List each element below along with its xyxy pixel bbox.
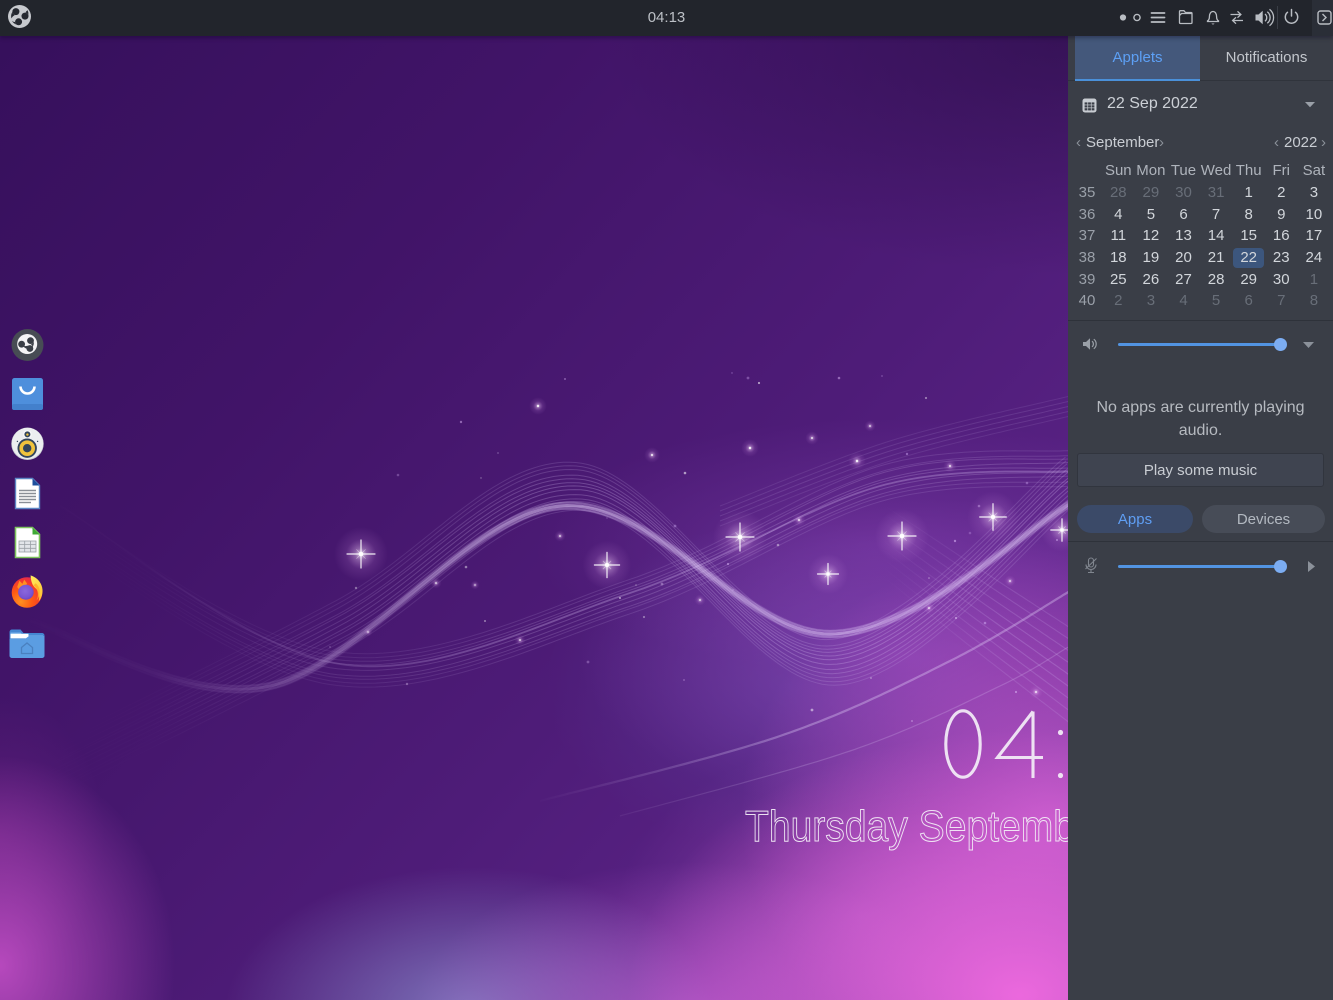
- svg-text:Thursday Septemb: Thursday Septemb: [745, 802, 1068, 851]
